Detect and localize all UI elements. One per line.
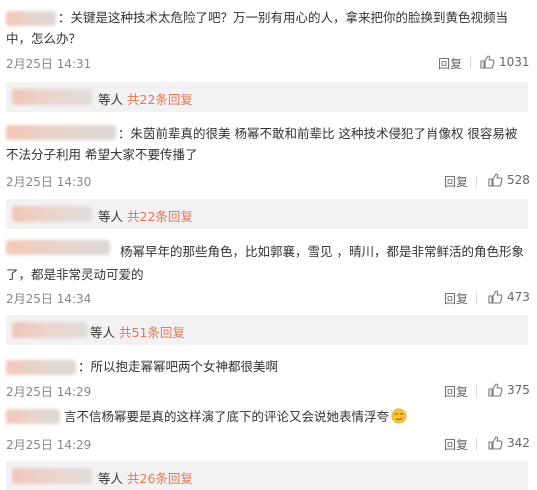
smirk-emoji-icon bbox=[391, 408, 407, 424]
comment-text: 杨幂早年的那些角色，比如郭襄，雪见 ，晴川，都是非常鲜活的角色形象了，都是非常灵… bbox=[6, 244, 524, 282]
reply-button[interactable]: 回复 bbox=[444, 173, 468, 190]
like-count: 528 bbox=[507, 173, 530, 187]
like-button[interactable]: 1031 bbox=[479, 54, 530, 70]
sub-replies-box: 等人 共22条回复 bbox=[6, 82, 528, 112]
sub-replies-box: 等人 共22条回复 bbox=[6, 199, 528, 229]
like-count: 1031 bbox=[499, 55, 530, 69]
thumbs-up-icon bbox=[488, 290, 503, 304]
sub-usernames-blurred bbox=[12, 206, 92, 222]
comment-text: ：朱茵前辈真的很美 杨幂不敢和前辈比 这种技术侵犯了肖像权 很容易被不法分子利用… bbox=[6, 126, 518, 162]
comment-time: 2月25日 14:29 bbox=[6, 385, 92, 399]
view-replies-link[interactable]: 共26条回复 bbox=[127, 471, 193, 486]
thumbs-up-icon bbox=[480, 55, 495, 69]
sub-replies-summary: 等人 共51条回复 bbox=[90, 322, 185, 341]
comment-text-content: 言不信杨幂要是真的这样演了底下的评论又会说她表情浮夸 bbox=[64, 409, 390, 424]
thumbs-up-icon bbox=[488, 436, 503, 450]
like-button[interactable]: 375 bbox=[487, 382, 530, 398]
sub-replies-summary: 等人 共22条回复 bbox=[98, 89, 193, 108]
reply-button[interactable]: 回复 bbox=[444, 436, 468, 453]
like-button[interactable]: 342 bbox=[487, 435, 530, 451]
sub-replies-box: 等人 共51条回复 bbox=[6, 315, 528, 345]
sub-replies-prefix: 等人 bbox=[98, 471, 124, 486]
divider bbox=[476, 175, 477, 187]
sub-replies-prefix: 等人 bbox=[90, 325, 116, 340]
sub-usernames-blurred bbox=[12, 89, 92, 105]
like-count: 375 bbox=[507, 383, 530, 397]
sub-usernames-blurred bbox=[12, 322, 88, 338]
comment-time: 2月25日 14:30 bbox=[6, 175, 92, 189]
like-button[interactable]: 528 bbox=[487, 172, 530, 188]
reply-button[interactable]: 回复 bbox=[444, 383, 468, 400]
comment-text: ：关键是这种技术太危险了吧？万一别有用心的人，拿来把你的脸换到黄色视频当中，怎么… bbox=[6, 10, 509, 46]
divider bbox=[476, 292, 477, 304]
like-count: 473 bbox=[507, 290, 530, 304]
view-replies-link[interactable]: 共51条回复 bbox=[119, 325, 185, 340]
sub-replies-summary: 等人 共26条回复 bbox=[98, 468, 193, 487]
comment-time: 2月25日 14:34 bbox=[6, 292, 92, 306]
comment-time: 2月25日 14:31 bbox=[6, 57, 92, 71]
reply-button[interactable]: 回复 bbox=[438, 55, 462, 72]
thumbs-up-icon bbox=[488, 173, 503, 187]
sub-replies-summary: 等人 共22条回复 bbox=[98, 206, 193, 225]
view-replies-link[interactable]: 共22条回复 bbox=[127, 209, 193, 224]
like-count: 342 bbox=[507, 436, 530, 450]
reply-button[interactable]: 回复 bbox=[444, 290, 468, 307]
sub-usernames-blurred bbox=[12, 468, 92, 484]
view-replies-link[interactable]: 共22条回复 bbox=[127, 92, 193, 107]
divider bbox=[476, 385, 477, 397]
comment-time: 2月25日 14:29 bbox=[6, 438, 92, 452]
sub-replies-prefix: 等人 bbox=[98, 92, 124, 107]
like-button[interactable]: 473 bbox=[487, 289, 530, 305]
comment-text: ：所以抱走幂幂吧两个女神都很美啊 bbox=[78, 359, 279, 374]
divider bbox=[470, 57, 471, 69]
sub-replies-box: 等人 共26条回复 bbox=[6, 461, 528, 490]
thumbs-up-icon bbox=[488, 383, 503, 397]
sub-replies-prefix: 等人 bbox=[98, 209, 124, 224]
comment-text: 言不信杨幂要是真的这样演了底下的评论又会说她表情浮夸 bbox=[6, 406, 527, 427]
divider bbox=[476, 438, 477, 450]
